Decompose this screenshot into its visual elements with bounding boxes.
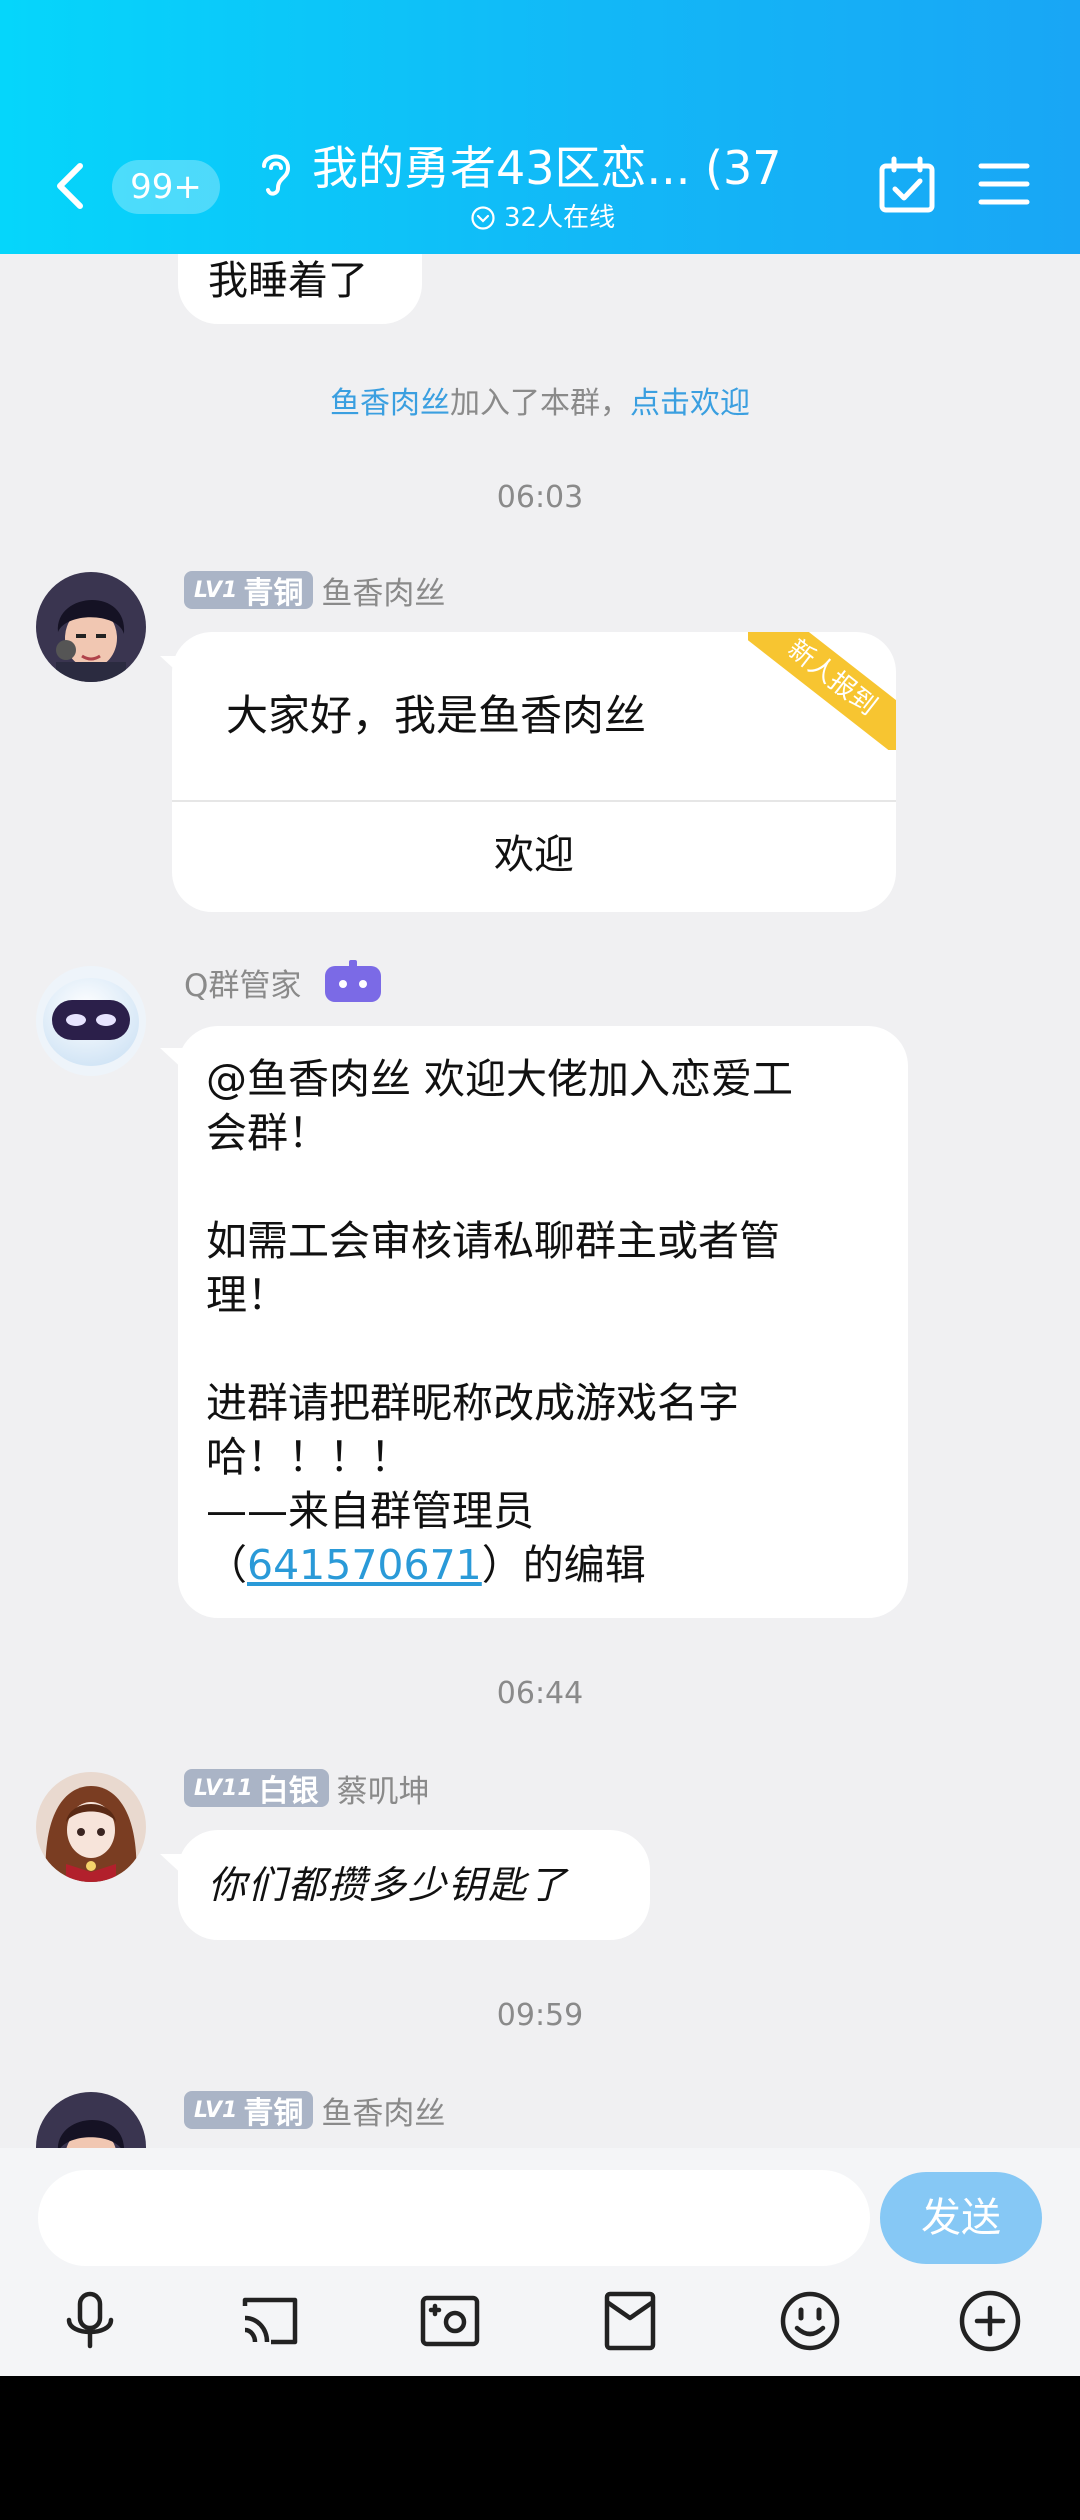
robot-badge-icon (325, 960, 382, 1002)
sender-name[interactable]: 蔡叽坤 (337, 1766, 430, 1811)
timestamp: 06:44 (496, 1676, 584, 1711)
avatar[interactable] (36, 1772, 146, 1882)
bot-message-bubble[interactable]: @鱼香肉丝 欢迎大佬加入恋爱工 会群！ 如需工会审核请私聊群主或者管 理！ 进群… (178, 1026, 908, 1618)
qq-number-link[interactable]: 641570671 (247, 1541, 482, 1589)
sender-info: Q群管家 (184, 960, 383, 1005)
screen-share-icon[interactable] (235, 2286, 305, 2356)
sender-name[interactable]: 鱼香肉丝 (321, 2088, 445, 2133)
sender-info: LV11 白银 蔡叽坤 (184, 1766, 430, 1811)
input-bar: 发送 (0, 2148, 1080, 2376)
send-button[interactable]: 发送 (880, 2172, 1042, 2264)
avatar-image (36, 572, 146, 682)
avatar[interactable] (36, 572, 146, 682)
message-input[interactable] (38, 2170, 870, 2266)
timestamp: 09:59 (496, 1998, 584, 2033)
level-badge: LV1 青铜 (184, 2091, 314, 2131)
chat-title[interactable]: 我的勇者43区恋... (37) (312, 138, 782, 198)
emoji-icon[interactable] (775, 2286, 845, 2356)
sender-info: LV1 青铜 鱼香肉丝 (184, 2088, 445, 2133)
red-packet-icon[interactable] (595, 2286, 665, 2356)
new-member-ribbon: 新人报到 (748, 632, 896, 750)
message-bubble[interactable]: 你们都攒多少钥匙了 (178, 1830, 650, 1940)
bot-avatar[interactable] (36, 966, 146, 1076)
chat-header: 99+ 我的勇者43区恋... (37) 32人在线 (0, 0, 1080, 254)
timestamp: 06:03 (496, 480, 584, 515)
welcome-text: 大家好，我是鱼香肉丝 (226, 691, 647, 740)
microphone-icon[interactable] (55, 2286, 125, 2356)
menu-icon[interactable] (978, 158, 1030, 210)
sender-name[interactable]: 鱼香肉丝 (321, 568, 445, 613)
avatar-image (36, 2092, 146, 2148)
plus-icon[interactable] (955, 2286, 1025, 2356)
photo-icon[interactable] (415, 2286, 485, 2356)
message-bubble[interactable]: 我睡着了 (178, 254, 422, 324)
avatar-image (36, 1772, 146, 1882)
unread-badge[interactable]: 99+ (112, 160, 220, 214)
welcome-link[interactable]: 点击欢迎 (630, 386, 750, 421)
sender-info: LV1 青铜 鱼香肉丝 (184, 568, 445, 613)
welcome-card[interactable]: 新人报到 大家好，我是鱼香肉丝 欢迎 (172, 632, 896, 912)
online-count: 32人在线 (504, 203, 616, 233)
chevron-circle-icon (471, 206, 495, 230)
level-badge: LV1 青铜 (184, 571, 314, 611)
join-notice: 鱼香肉丝加入了本群，点击欢迎 (330, 386, 750, 421)
online-status[interactable]: 32人在线 (470, 200, 615, 236)
welcome-button[interactable]: 欢迎 (172, 802, 896, 912)
level-badge: LV11 白银 (184, 1769, 329, 1809)
joined-member-name[interactable]: 鱼香肉丝 (330, 386, 450, 421)
avatar[interactable] (36, 2092, 146, 2148)
robot-avatar-image (36, 966, 146, 1076)
message-list[interactable]: 我睡着了 鱼香肉丝加入了本群，点击欢迎 06:03 LV1 青铜 鱼香肉丝 新人… (0, 254, 1080, 2148)
back-arrow-icon[interactable] (50, 156, 90, 216)
calendar-check-icon[interactable] (878, 156, 936, 214)
chat-screen: 99+ 我的勇者43区恋... (37) 32人在线 我睡着了 鱼香肉丝加入了本… (0, 0, 1080, 2376)
ear-icon (262, 154, 291, 196)
sender-name[interactable]: Q群管家 (184, 960, 301, 1005)
